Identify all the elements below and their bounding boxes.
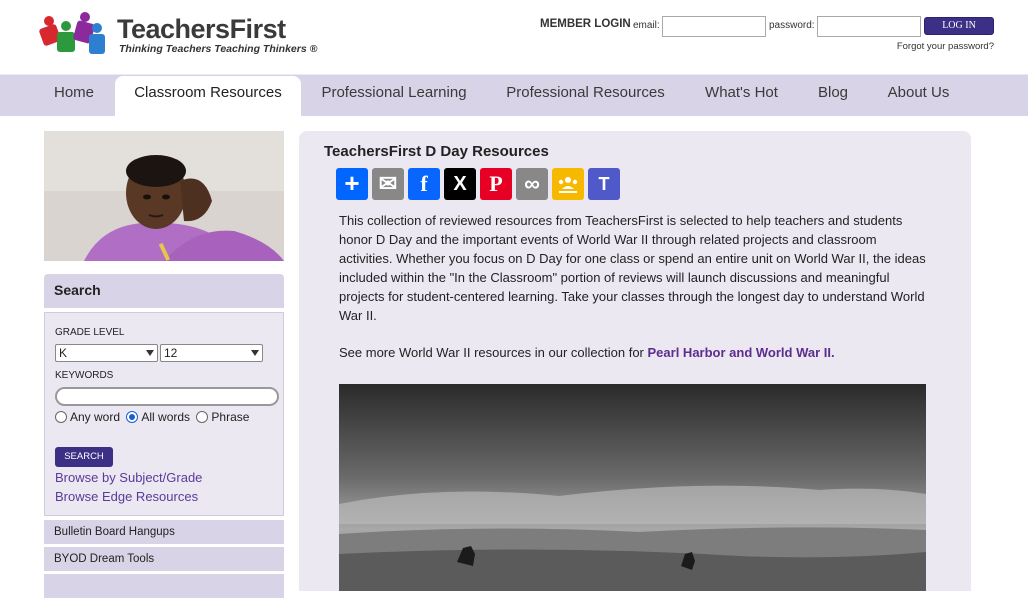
search-heading: Search — [44, 274, 284, 308]
see-more-text: See more World War II resources in our c… — [339, 345, 648, 360]
student-illustration — [44, 131, 284, 261]
all-words-radio[interactable] — [126, 411, 139, 423]
password-field[interactable] — [817, 16, 921, 37]
site-header: TeachersFirst Thinking Teachers Teaching… — [0, 0, 1028, 74]
nav-classroom-resources[interactable]: Classroom Resources — [115, 76, 301, 117]
grade-from-value: K — [59, 346, 68, 360]
search-panel: GRADE LEVEL K 12 KEYWORDS Any word All w… — [44, 312, 284, 516]
chevron-down-icon — [251, 350, 259, 356]
sidebar-link-byod[interactable]: BYOD Dream Tools — [44, 547, 284, 571]
classroom-glyph — [558, 177, 578, 193]
facebook-icon[interactable]: f — [408, 168, 440, 200]
chevron-down-icon — [146, 350, 154, 356]
keywords-input[interactable] — [55, 387, 279, 406]
email-label: email: — [633, 20, 660, 31]
phrase-radio[interactable] — [196, 411, 209, 423]
share-icon[interactable]: + — [336, 168, 368, 200]
google-classroom-icon[interactable] — [552, 168, 584, 200]
match-options: Any word All words Phrase — [55, 410, 249, 424]
nav-blog[interactable]: Blog — [805, 75, 861, 117]
browse-subject-link[interactable]: Browse by Subject/Grade — [55, 470, 202, 485]
email-field[interactable] — [662, 16, 766, 37]
password-label: password: — [769, 20, 815, 31]
grade-to-select[interactable]: 12 — [160, 344, 263, 362]
any-word-label: Any word — [70, 410, 121, 424]
email-icon[interactable]: ✉ — [372, 168, 404, 200]
student-photo — [44, 131, 284, 261]
member-login-form: MEMBER LOGIN email: password: LOG IN For… — [540, 16, 1000, 56]
forgot-password-link[interactable]: Forgot your password? — [897, 41, 994, 52]
x-icon[interactable]: X — [444, 168, 476, 200]
copy-link-icon[interactable]: ∞ — [516, 168, 548, 200]
browse-edge-link[interactable]: Browse Edge Resources — [55, 489, 198, 504]
grade-level-label: GRADE LEVEL — [55, 327, 125, 338]
nav-professional-resources[interactable]: Professional Resources — [494, 75, 677, 117]
main-content: TeachersFirst D Day Resources + ✉ f X P … — [299, 131, 971, 591]
sidebar-link-bulletin-board[interactable]: Bulletin Board Hangups — [44, 520, 284, 544]
d-day-photo — [339, 384, 926, 591]
login-button[interactable]: LOG IN — [924, 17, 994, 35]
member-login-label: MEMBER LOGIN — [540, 18, 631, 30]
any-word-radio[interactable] — [55, 411, 67, 423]
nav-whats-hot[interactable]: What's Hot — [695, 75, 788, 117]
search-button[interactable]: SEARCH — [55, 447, 113, 467]
nav-professional-learning[interactable]: Professional Learning — [306, 75, 482, 117]
keywords-label: KEYWORDS — [55, 370, 114, 381]
collection-description: This collection of reviewed resources fr… — [339, 213, 926, 323]
pinterest-icon[interactable]: P — [480, 168, 512, 200]
grade-to-value: 12 — [164, 346, 178, 360]
puzzle-people-icon — [39, 12, 105, 54]
nav-about-us[interactable]: About Us — [877, 75, 960, 117]
teams-icon[interactable]: T — [588, 168, 620, 200]
all-words-label: All words — [141, 410, 191, 424]
site-logo[interactable]: TeachersFirst Thinking Teachers Teaching… — [37, 12, 317, 60]
page-title: TeachersFirst D Day Resources — [324, 143, 549, 160]
d-day-beach-image — [339, 384, 926, 591]
see-more-line: See more World War II resources in our c… — [339, 345, 835, 360]
main-nav: Home Classroom Resources Professional Le… — [0, 74, 1028, 117]
brand-name: TeachersFirst — [117, 14, 286, 44]
pearl-harbor-link[interactable]: Pearl Harbor and World War II. — [648, 345, 835, 360]
phrase-label: Phrase — [211, 410, 250, 424]
nav-home[interactable]: Home — [36, 75, 112, 117]
brand-tagline: Thinking Teachers Teaching Thinkers ® — [119, 43, 318, 55]
grade-from-select[interactable]: K — [55, 344, 158, 362]
